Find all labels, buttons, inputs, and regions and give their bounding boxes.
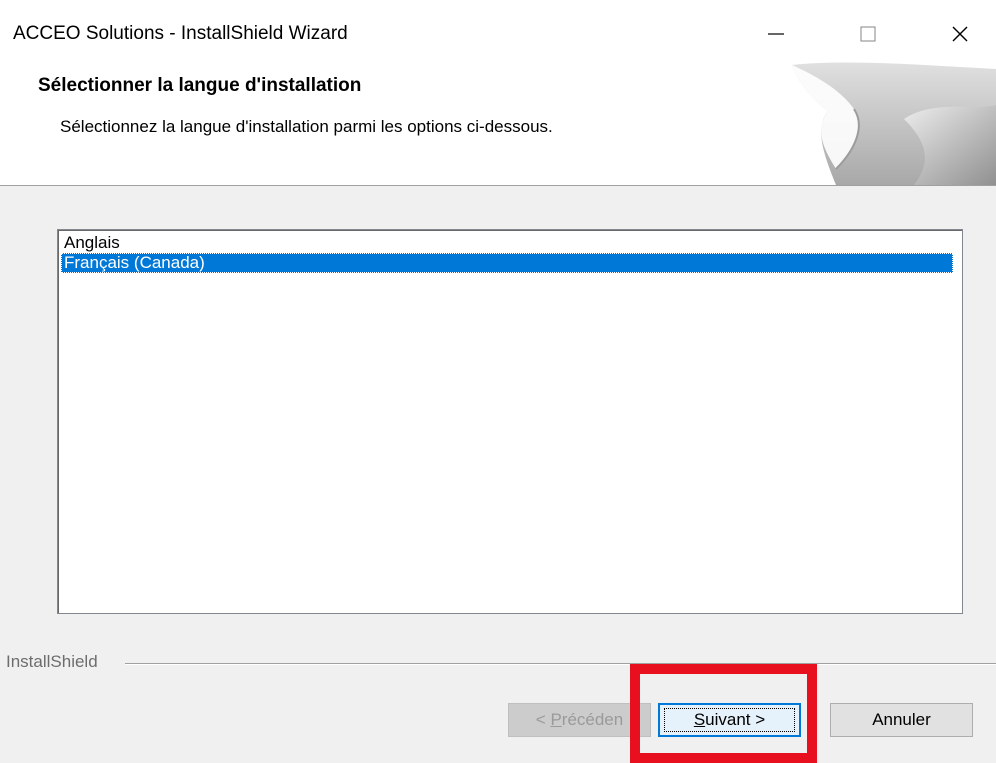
language-listbox[interactable]: Anglais Français (Canada) xyxy=(57,229,963,614)
maximize-icon xyxy=(860,26,876,42)
maximize-button[interactable] xyxy=(833,9,903,59)
close-button[interactable] xyxy=(925,9,995,59)
page-subtitle: Sélectionnez la langue d'installation pa… xyxy=(60,117,553,136)
back-label-mnemonic: P xyxy=(550,710,562,729)
minimize-icon xyxy=(768,33,784,35)
list-item-francais-canada[interactable]: Français (Canada) xyxy=(61,253,953,273)
page-curl-graphic xyxy=(792,62,996,185)
installshield-brand-label: InstallShield xyxy=(6,652,104,672)
brand-divider xyxy=(125,663,996,664)
minimize-button[interactable] xyxy=(741,9,811,59)
annotation-highlight-box xyxy=(630,664,817,763)
cropped-document-text xyxy=(0,0,996,9)
back-label-rest: récéden xyxy=(561,710,624,729)
window-title: ACCEO Solutions - InstallShield Wizard xyxy=(13,23,348,44)
wizard-header: Sélectionner la langue d'installation Sé… xyxy=(0,59,996,186)
page-title: Sélectionner la langue d'installation xyxy=(38,75,362,96)
list-item-anglais[interactable]: Anglais xyxy=(61,233,953,253)
back-label-prefix: < xyxy=(535,710,551,729)
title-bar: ACCEO Solutions - InstallShield Wizard xyxy=(0,9,996,59)
installshield-window: ACCEO Solutions - InstallShield Wizard S… xyxy=(0,9,996,763)
cancel-button[interactable]: Annuler xyxy=(830,703,973,737)
close-icon xyxy=(952,26,968,42)
